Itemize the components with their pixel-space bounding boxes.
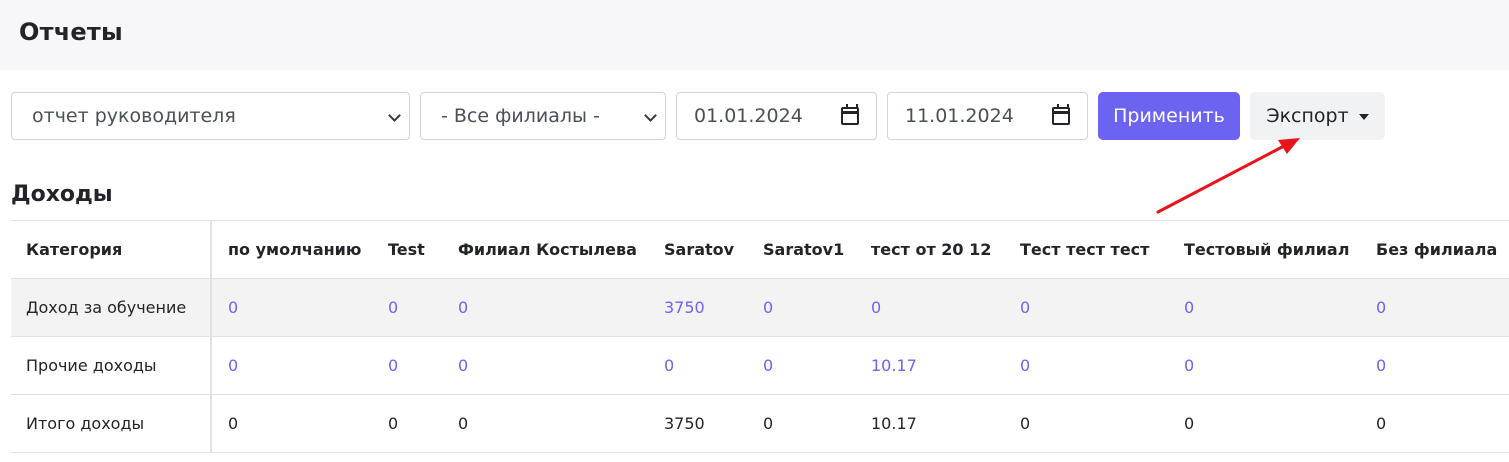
table-header-row: Категория по умолчанию Test Филиал Косты… [11, 220, 1509, 279]
export-dropdown-button[interactable]: Экспорт [1250, 92, 1385, 140]
column-header: Saratov1 [747, 220, 855, 279]
chevron-down-icon [388, 109, 401, 122]
total-value: 3750 [648, 394, 747, 453]
value-link[interactable]: 0 [747, 336, 855, 395]
apply-button[interactable]: Применить [1098, 92, 1240, 140]
row-label: Итого доходы [11, 394, 212, 453]
value-link[interactable]: 0 [372, 336, 442, 395]
total-value: 0 [442, 394, 648, 453]
column-header: Тест тест тест [1004, 220, 1168, 279]
value-link[interactable]: 0 [372, 278, 442, 337]
value-link[interactable]: 0 [1004, 278, 1168, 337]
date-to-input[interactable]: 11.01.2024 [887, 92, 1088, 140]
value-link[interactable]: 0 [1360, 278, 1509, 337]
report-type-select[interactable]: отчет руководителя [11, 92, 410, 140]
value-link[interactable]: 0 [1004, 336, 1168, 395]
branch-select[interactable]: - Все филиалы - [420, 92, 666, 140]
value-link[interactable]: 3750 [648, 278, 747, 337]
row-label: Прочие доходы [11, 336, 212, 395]
date-to-value: 11.01.2024 [905, 105, 1014, 127]
filter-toolbar: отчет руководителя - Все филиалы - 01.01… [0, 92, 1509, 140]
value-link[interactable]: 0 [442, 336, 648, 395]
chevron-down-icon [644, 109, 657, 122]
value-link[interactable]: 10.17 [855, 336, 1004, 395]
total-value: 0 [1168, 394, 1360, 453]
column-header: Без филиала [1360, 220, 1509, 279]
total-value: 10.17 [855, 394, 1004, 453]
column-header: Филиал Костылева [442, 220, 648, 279]
column-header: тест от 20 12 [855, 220, 1004, 279]
export-label: Экспорт [1266, 105, 1349, 127]
value-link[interactable]: 0 [1360, 336, 1509, 395]
value-link[interactable]: 0 [211, 278, 372, 337]
page-title: Отчеты [19, 18, 123, 46]
date-from-value: 01.01.2024 [694, 105, 803, 127]
value-link[interactable]: 0 [855, 278, 1004, 337]
calendar-icon[interactable] [1052, 104, 1070, 125]
column-header: Категория [11, 220, 212, 279]
column-header: по умолчанию [211, 220, 372, 279]
table-row: Доход за обучение 0 0 0 3750 0 0 0 0 0 [11, 278, 1509, 337]
date-from-input[interactable]: 01.01.2024 [676, 92, 877, 140]
page-header: Отчеты [0, 0, 1509, 70]
column-header: Saratov [648, 220, 747, 279]
column-header: Test [372, 220, 442, 279]
total-value: 0 [372, 394, 442, 453]
row-label: Доход за обучение [11, 278, 212, 337]
value-link[interactable]: 0 [648, 336, 747, 395]
table-row-total: Итого доходы 0 0 0 3750 0 10.17 0 0 0 [11, 394, 1509, 453]
value-link[interactable]: 0 [1168, 336, 1360, 395]
total-value: 0 [747, 394, 855, 453]
income-table: Категория по умолчанию Test Филиал Косты… [11, 220, 1509, 453]
calendar-icon[interactable] [841, 104, 859, 125]
value-link[interactable]: 0 [442, 278, 648, 337]
section-title: Доходы [11, 182, 113, 207]
branch-value: - Все филиалы - [441, 105, 600, 127]
value-link[interactable]: 0 [211, 336, 372, 395]
report-type-value: отчет руководителя [32, 105, 236, 127]
caret-down-icon [1358, 114, 1369, 120]
total-value: 0 [211, 394, 372, 453]
column-header: Тестовый филиал [1168, 220, 1360, 279]
value-link[interactable]: 0 [747, 278, 855, 337]
value-link[interactable]: 0 [1168, 278, 1360, 337]
total-value: 0 [1360, 394, 1509, 453]
total-value: 0 [1004, 394, 1168, 453]
table-row: Прочие доходы 0 0 0 0 0 10.17 0 0 0 [11, 336, 1509, 395]
